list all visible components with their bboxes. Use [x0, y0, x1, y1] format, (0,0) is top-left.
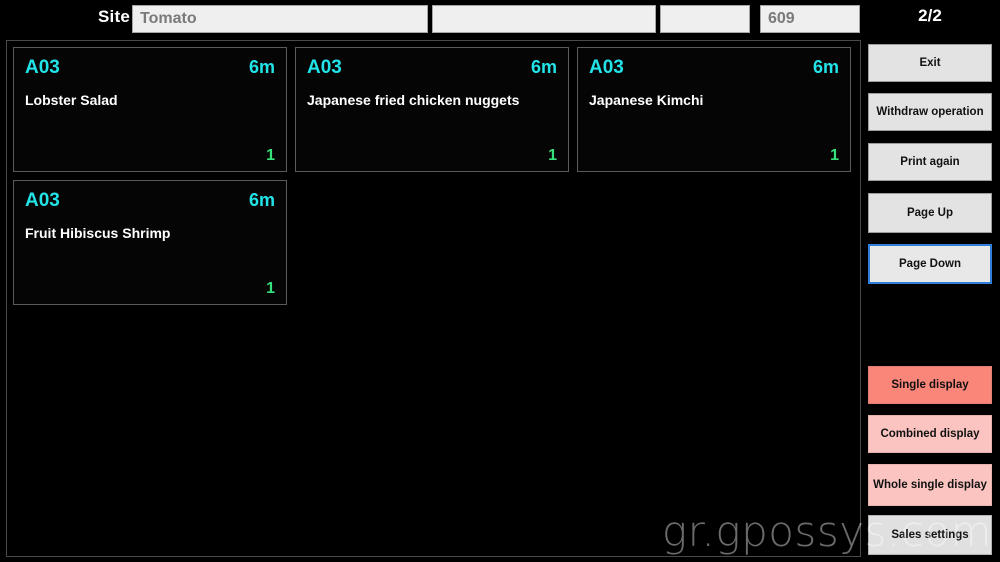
order-table-id: A03 — [589, 57, 624, 78]
order-card[interactable]: A03 6m Fruit Hibiscus Shrimp 1 — [13, 180, 287, 305]
header-field-fourth[interactable]: 609 — [760, 5, 860, 33]
order-card-header: A03 6m — [25, 190, 275, 212]
order-card[interactable]: A03 6m Japanese fried chicken nuggets 1 — [295, 47, 569, 172]
site-label: Site — [98, 7, 130, 26]
order-card[interactable]: A03 6m Japanese Kimchi 1 — [577, 47, 851, 172]
order-timer: 6m — [248, 57, 275, 77]
order-item-name: Fruit Hibiscus Shrimp — [25, 225, 171, 241]
page-indicator: 2/2 — [918, 6, 942, 25]
order-quantity: 1 — [548, 147, 557, 164]
header-bar: Site Tomato 609 2/2 — [0, 0, 1000, 38]
site-input[interactable]: Tomato — [132, 5, 428, 33]
combined-display-button[interactable]: Combined display — [868, 415, 992, 453]
order-card-header: A03 6m — [589, 57, 839, 79]
single-display-button[interactable]: Single display — [868, 366, 992, 404]
order-quantity: 1 — [266, 147, 275, 164]
order-item-name: Japanese fried chicken nuggets — [307, 92, 520, 108]
order-timer: 6m — [812, 57, 839, 77]
order-quantity: 1 — [266, 280, 275, 297]
order-item-name: Lobster Salad — [25, 92, 118, 108]
sales-settings-button[interactable]: Sales settings — [868, 515, 992, 555]
kds-app-window: Site Tomato 609 2/2 A03 6m Lobster Salad 1 A… — [0, 0, 1000, 562]
header-field-third[interactable] — [660, 5, 750, 33]
whole-single-display-button[interactable]: Whole single display — [868, 464, 992, 506]
order-timer: 6m — [248, 190, 275, 210]
exit-button[interactable]: Exit — [868, 44, 992, 82]
withdraw-operation-button[interactable]: Withdraw operation — [868, 93, 992, 131]
order-timer: 6m — [530, 57, 557, 77]
order-card-header: A03 6m — [307, 57, 557, 79]
page-up-button[interactable]: Page Up — [868, 193, 992, 233]
sidebar: Exit Withdraw operation Print again Page… — [868, 41, 992, 559]
header-field-second[interactable] — [432, 5, 656, 33]
order-item-name: Japanese Kimchi — [589, 92, 704, 108]
orders-panel: A03 6m Lobster Salad 1 A03 6m Japanese fried c… — [6, 40, 861, 557]
order-card-header: A03 6m — [25, 57, 275, 79]
order-table-id: A03 — [307, 57, 342, 78]
order-table-id: A03 — [25, 190, 60, 211]
order-card[interactable]: A03 6m Lobster Salad 1 — [13, 47, 287, 172]
orders-grid: A03 6m Lobster Salad 1 A03 6m Japanese fried c… — [13, 47, 854, 305]
print-again-button[interactable]: Print again — [868, 143, 992, 181]
page-down-button[interactable]: Page Down — [868, 244, 992, 284]
order-quantity: 1 — [830, 147, 839, 164]
order-table-id: A03 — [25, 57, 60, 78]
